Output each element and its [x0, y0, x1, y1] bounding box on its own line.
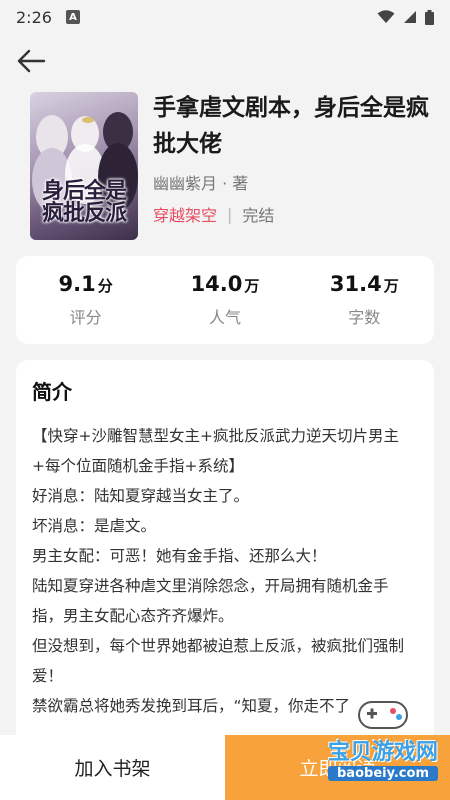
synopsis-line: 陆知夏穿进各种虐文里消除怨念，开局拥有随机金手指，男主女配心态齐齐爆炸。 — [32, 577, 389, 625]
stat-value: 31.4 万 — [309, 272, 419, 296]
word-count-value: 31.4 — [329, 272, 382, 296]
book-cover[interactable]: 身后全是疯批反派 — [30, 92, 138, 240]
word-count-unit: 万 — [383, 277, 399, 295]
rating-value: 9.1 — [58, 272, 96, 296]
cover-title: 身后全是疯批反派 — [41, 178, 127, 226]
stat-popularity: 14.0 万 人气 — [170, 272, 280, 328]
book-author[interactable]: 幽幽紫月 · 著 — [153, 170, 248, 194]
stat-rating: 9.1 分 评分 — [31, 272, 141, 328]
stats-card: 9.1 分 评分 14.0 万 人气 31.4 万 字数 — [16, 256, 434, 344]
wifi-icon — [377, 10, 395, 23]
synopsis-line: 坏消息：是虐文。 — [32, 517, 157, 535]
stat-value: 9.1 分 — [31, 272, 141, 296]
bottom-action-bar: 加入书架 立即阅读 — [0, 735, 450, 800]
synopsis-line: 【快穿+沙雕智慧型女主+疯批反派武力逆天切片男主+每个位面随机金手指+系统】 — [32, 427, 399, 475]
popularity-label: 人气 — [208, 308, 241, 327]
arrow-left-icon — [17, 49, 46, 73]
signal-icon — [404, 11, 416, 23]
tag-separator: | — [227, 204, 233, 224]
rating-label: 评分 — [69, 308, 102, 327]
read-now-button[interactable]: 立即阅读 — [225, 735, 450, 800]
book-title: 手拿虐文剧本，身后全是疯批大佬 — [153, 95, 429, 157]
book-tags: 穿越架空 | 完结 — [153, 202, 274, 226]
genre-tag[interactable]: 穿越架空 — [153, 202, 217, 226]
synopsis-line: 好消息：陆知夏穿越当女主了。 — [32, 487, 250, 505]
synopsis-line: 但没想到，每个世界她都被迫惹上反派，被疯批们强制爱！ — [32, 637, 405, 685]
back-button[interactable] — [14, 44, 48, 78]
popularity-value: 14.0 — [190, 272, 243, 296]
status-icons — [377, 9, 434, 25]
popularity-unit: 万 — [244, 277, 260, 295]
synopsis-line: 男主女配：可恶！她有金手指、还那么大！ — [32, 547, 327, 565]
notification-badge-icon: A — [65, 10, 80, 24]
synopsis-heading: 简介 — [32, 380, 72, 404]
synopsis-line: 禁欲霸总将她秀发挽到耳后，“知夏，你走不了 — [32, 697, 351, 715]
synopsis-card: 简介 【快穿+沙雕智慧型女主+疯批反派武力逆天切片男主+每个位面随机金手指+系统… — [16, 360, 434, 740]
battery-icon — [425, 9, 434, 25]
add-to-bookshelf-button[interactable]: 加入书架 — [0, 735, 225, 800]
status-time: 2:26 — [16, 7, 52, 27]
completion-status: 完结 — [242, 206, 275, 225]
word-count-label: 字数 — [348, 308, 381, 327]
status-bar: 2:26 A — [0, 0, 450, 34]
stat-word-count: 31.4 万 字数 — [309, 272, 419, 328]
rating-unit: 分 — [97, 277, 113, 295]
stat-value: 14.0 万 — [170, 272, 280, 296]
